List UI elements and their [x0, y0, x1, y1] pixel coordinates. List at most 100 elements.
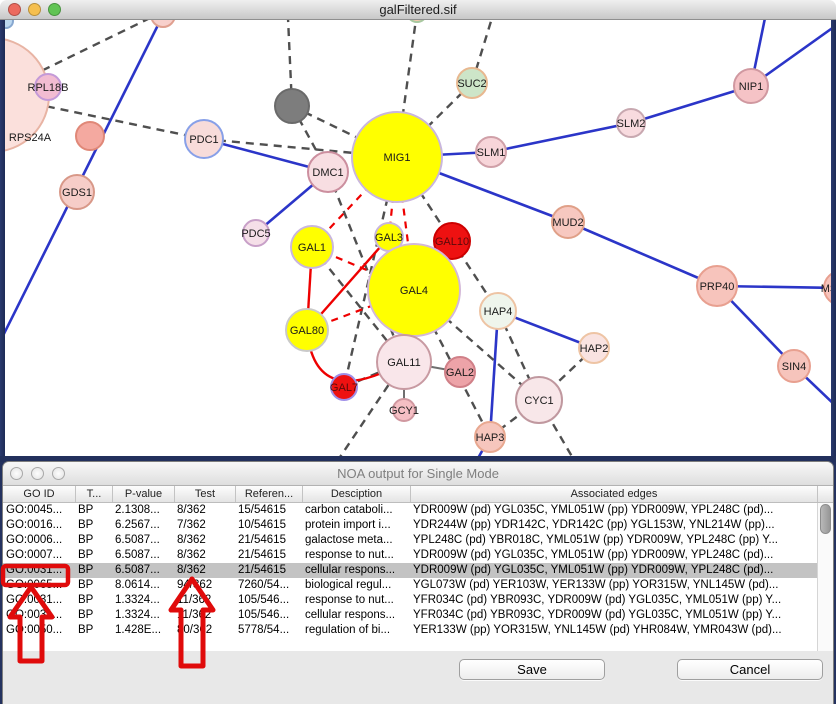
node-label-CYC1: CYC1 — [524, 395, 553, 407]
table-cell: 11/362 — [174, 608, 235, 623]
vertical-scrollbar[interactable] — [817, 503, 833, 651]
edge-blue — [568, 222, 717, 286]
table-cell: 7/362 — [174, 518, 235, 533]
node-toppartial[interactable] — [407, 20, 427, 22]
column-header-pvalue[interactable]: P-value — [112, 486, 174, 502]
table-row[interactable]: GO:0031...BP1.3324...11/362105/546...cel… — [3, 608, 833, 623]
table-cell: BP — [75, 608, 112, 623]
node-label-PDC5: PDC5 — [241, 228, 270, 240]
table-cell: cellular respons... — [302, 608, 410, 623]
table-cell: YDR244W (pp) YDR142C, YDR142C (pp) YGL15… — [410, 518, 817, 533]
table-header-row[interactable]: GO IDT...P-valueTestReferen...Desciption… — [3, 486, 833, 503]
table-cell: protein import i... — [302, 518, 410, 533]
network-canvas[interactable]: RPL18BRPS24AGDS1PDC1DMC1PDC5MIG1SUC2SLM1… — [0, 20, 836, 458]
edge-blue — [491, 123, 631, 152]
table-row[interactable]: GO:0031...BP6.5087...8/36221/54615cellul… — [3, 563, 833, 578]
table-cell: YFR034C (pd) YBR093C, YDR009W (pd) YGL03… — [410, 608, 817, 623]
network-window: RPL18BRPS24AGDS1PDC1DMC1PDC5MIG1SUC2SLM1… — [0, 0, 836, 462]
table-cell: 1.428E... — [112, 623, 174, 638]
table-cell: BP — [75, 533, 112, 548]
table-cell: galactose meta... — [302, 533, 410, 548]
table-cell: 80/362 — [174, 623, 235, 638]
noa-titlebar[interactable]: NOA output for Single Mode — [3, 462, 833, 486]
node-label-RPS24A: RPS24A — [9, 132, 52, 144]
column-header-t[interactable]: T... — [75, 486, 112, 502]
table-row[interactable]: GO:0007...BP6.5087...8/36221/54615respon… — [3, 548, 833, 563]
table-cell: 8/362 — [174, 533, 235, 548]
table-cell: GO:0006... — [3, 533, 75, 548]
table-cell: GO:0031... — [3, 593, 75, 608]
table-cell: 21/54615 — [235, 533, 302, 548]
table-cell: YFR034C (pd) YBR093C, YDR009W (pd) YGL03… — [410, 593, 817, 608]
table-cell: BP — [75, 518, 112, 533]
column-header-blank — [817, 486, 833, 502]
node-label-SLM1: SLM1 — [477, 147, 506, 159]
node-label-GAL2: GAL2 — [446, 367, 474, 379]
table-cell: response to nut... — [302, 593, 410, 608]
column-header-referen[interactable]: Referen... — [235, 486, 302, 502]
table-cell: GO:0065... — [3, 578, 75, 593]
node-darknode[interactable] — [275, 89, 309, 123]
column-header-test[interactable]: Test — [174, 486, 235, 502]
screen: RPL18BRPS24AGDS1PDC1DMC1PDC5MIG1SUC2SLM1… — [0, 0, 836, 704]
node-label-GCY1: GCY1 — [389, 405, 419, 417]
node-label-GAL7: GAL7 — [330, 382, 358, 394]
node-label-GAL3: GAL3 — [375, 232, 403, 244]
table-cell: 8.0614... — [112, 578, 174, 593]
node-label-GAL4: GAL4 — [400, 285, 428, 297]
table-cell: YGL073W (pd) YER103W, YER133W (pp) YOR31… — [410, 578, 817, 593]
column-header-goid[interactable]: GO ID — [3, 486, 75, 502]
table-cell: YER133W (pp) YOR315W, YNL145W (pd) YHR08… — [410, 623, 817, 638]
scrollbar-thumb[interactable] — [820, 504, 831, 534]
table-cell: BP — [75, 593, 112, 608]
table-cell: 6.2567... — [112, 518, 174, 533]
table-cell: 21/54615 — [235, 548, 302, 563]
node-label-HAP4: HAP4 — [484, 306, 513, 318]
node-label-MUD2: MUD2 — [552, 217, 583, 229]
table-cell: YDR009W (pd) YGL035C, YML051W (pp) YDR00… — [410, 548, 817, 563]
table-cell: BP — [75, 623, 112, 638]
table-cell: 105/546... — [235, 593, 302, 608]
table-cell: 6.5087... — [112, 563, 174, 578]
table-row[interactable]: GO:0006...BP6.5087...8/36221/54615galact… — [3, 533, 833, 548]
table-row[interactable]: GO:0016...BP6.2567...7/36210/54615protei… — [3, 518, 833, 533]
table-row[interactable]: GO:0065...BP8.0614...94/3627260/54...bio… — [3, 578, 833, 593]
table-cell: 15/54615 — [235, 503, 302, 518]
table-cell: BP — [75, 578, 112, 593]
table-row[interactable]: GO:0031...BP1.3324...11/362105/546...res… — [3, 593, 833, 608]
node-label-SUC2: SUC2 — [457, 78, 486, 90]
go-results-table: GO IDT...P-valueTestReferen...Desciption… — [3, 486, 833, 651]
column-header-desciption[interactable]: Desciption — [302, 486, 410, 502]
cancel-button[interactable]: Cancel — [677, 659, 823, 680]
table-row[interactable]: GO:0045...BP2.1308...8/36215/54615carbon… — [3, 503, 833, 518]
node-RPS24A[interactable] — [76, 122, 104, 150]
node-toppink[interactable] — [151, 20, 175, 27]
table-cell: response to nut... — [302, 548, 410, 563]
table-body: GO:0045...BP2.1308...8/36215/54615carbon… — [3, 503, 833, 638]
table-cell: GO:0031... — [3, 608, 75, 623]
node-label-HAP2: HAP2 — [580, 343, 609, 355]
node-label-GAL1: GAL1 — [298, 242, 326, 254]
node-label-GAL10: GAL10 — [435, 236, 469, 248]
table-cell: BP — [75, 548, 112, 563]
table-cell: GO:0031... — [3, 563, 75, 578]
table-cell: 105/546... — [235, 608, 302, 623]
table-cell: BP — [75, 563, 112, 578]
save-button[interactable]: Save — [459, 659, 605, 680]
table-cell: cellular respons... — [302, 563, 410, 578]
table-cell: 5778/54... — [235, 623, 302, 638]
node-label-GAL11: GAL11 — [387, 357, 420, 369]
node-label-DMC1: DMC1 — [312, 167, 343, 179]
table-cell: GO:0007... — [3, 548, 75, 563]
column-header-associatededges[interactable]: Associated edges — [410, 486, 817, 502]
table-cell: 1.3324... — [112, 608, 174, 623]
table-row[interactable]: GO:0050...BP1.428E...80/3625778/54...reg… — [3, 623, 833, 638]
table-cell: GO:0045... — [3, 503, 75, 518]
node-label-NIP1: NIP1 — [739, 81, 763, 93]
table-cell: 1.3324... — [112, 593, 174, 608]
network-titlebar[interactable]: galFiltered.sif — [0, 0, 836, 20]
node-label-GAL80: GAL80 — [290, 325, 324, 337]
table-cell: 6.5087... — [112, 548, 174, 563]
table-cell: 94/362 — [174, 578, 235, 593]
table-cell: 2.1308... — [112, 503, 174, 518]
